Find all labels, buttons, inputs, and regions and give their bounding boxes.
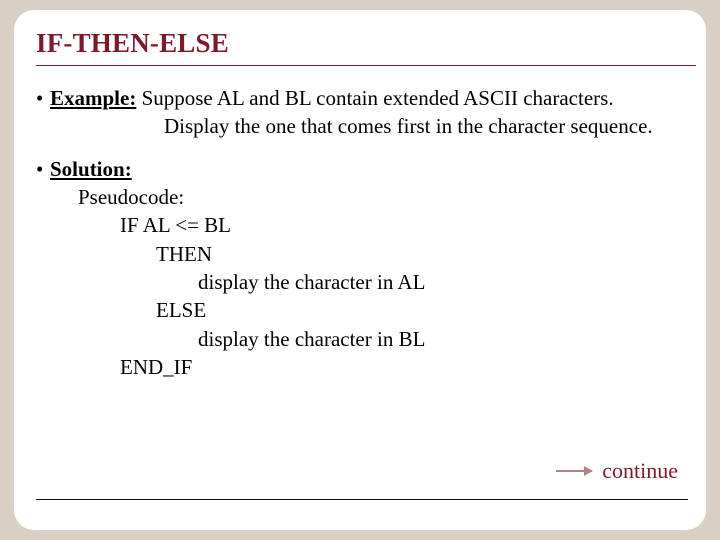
slide-title: IF-THEN-ELSE <box>36 28 696 59</box>
solution-body: Solution: Pseudocode: IF AL <= BL THEN d… <box>50 155 425 382</box>
code-then-body: display the character in AL <box>198 268 425 296</box>
continue-link[interactable]: continue <box>556 458 678 484</box>
bullet-icon: • <box>36 84 50 141</box>
code-endif: END_IF <box>120 353 425 381</box>
code-if: IF AL <= BL <box>120 211 425 239</box>
title-underline <box>36 65 696 66</box>
example-label: Example: <box>50 86 136 110</box>
example-block: • Example: Suppose AL and BL contain ext… <box>36 84 696 141</box>
content-area: • Example: Suppose AL and BL contain ext… <box>36 84 696 381</box>
example-line1: Suppose AL and BL contain extended ASCII… <box>136 86 613 110</box>
pseudocode-label: Pseudocode: <box>78 183 425 211</box>
code-else: ELSE <box>156 296 425 324</box>
arrow-right-icon <box>556 470 592 472</box>
solution-label: Solution: <box>50 155 132 183</box>
solution-block: • Solution: Pseudocode: IF AL <= BL THEN… <box>36 155 696 382</box>
code-else-body: display the character in BL <box>198 325 425 353</box>
bullet-icon: • <box>36 155 50 382</box>
example-text: Example: Suppose AL and BL contain exten… <box>50 84 653 141</box>
code-then: THEN <box>156 240 425 268</box>
continue-label: continue <box>602 458 678 484</box>
slide: IF-THEN-ELSE • Example: Suppose AL and B… <box>14 10 706 530</box>
example-line2: Display the one that comes first in the … <box>164 112 653 140</box>
bottom-divider <box>36 499 688 500</box>
